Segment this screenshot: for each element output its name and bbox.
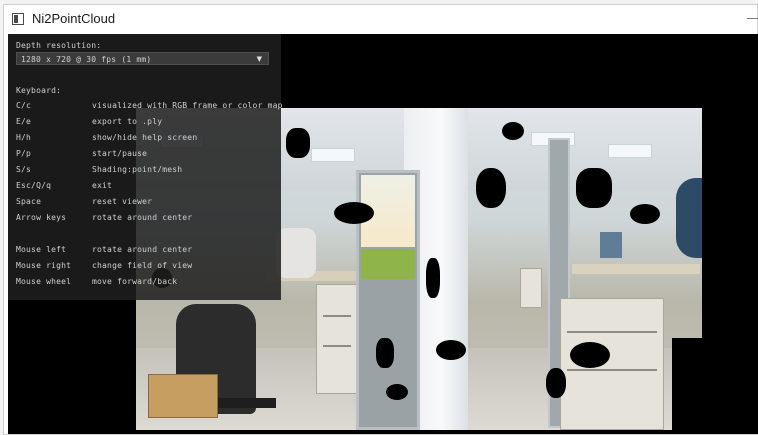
depth-hole [476, 168, 506, 208]
depth-hole [286, 128, 310, 158]
ceiling-light [608, 144, 652, 158]
shortcut-desc: export to .ply [92, 117, 163, 126]
shortcut-desc: start/pause [92, 149, 148, 158]
shortcut-row: Arrow keys rotate around center [16, 213, 276, 224]
shortcut-desc: rotate around center [92, 213, 193, 222]
keyboard-title: Keyboard: [16, 86, 62, 95]
depth-hole [672, 338, 702, 430]
drawer [567, 331, 657, 333]
monitor [600, 232, 622, 258]
shortcut-key: P/p [16, 149, 32, 158]
mouse-desc: change field of view [92, 261, 193, 270]
app-icon [12, 13, 24, 25]
app-window: Ni2PointCloud — [3, 4, 758, 435]
shortcut-row: E/e export to .ply [16, 117, 276, 128]
mouse-key: Mouse left [16, 245, 67, 254]
shortcut-key: E/e [16, 117, 32, 126]
point-cloud-viewport[interactable]: Depth resolution: 1280 x 720 @ 30 fps (1… [8, 34, 758, 434]
shortcut-row: Space reset viewer [16, 197, 276, 208]
file-cabinet [520, 268, 542, 308]
depth-resolution-label: Depth resolution: [16, 41, 102, 50]
cardboard-box [148, 374, 218, 418]
shortcut-row: H/h show/hide help screen [16, 133, 276, 144]
depth-hole [386, 384, 408, 400]
partition-green-panel [361, 249, 415, 279]
file-cabinet [316, 284, 358, 394]
shortcut-key: C/c [16, 101, 32, 110]
mouse-desc: rotate around center [92, 245, 193, 254]
drawer [567, 369, 657, 371]
shortcut-desc: Shading:point/mesh [92, 165, 183, 174]
person [276, 228, 316, 278]
shortcut-key: Esc/Q/q [16, 181, 52, 190]
depth-resolution-value: 1280 x 720 @ 30 fps (1 mm) [21, 55, 152, 64]
window-title: Ni2PointCloud [32, 11, 116, 26]
person [676, 178, 702, 258]
mouse-desc: move forward/back [92, 277, 178, 286]
shortcut-key: S/s [16, 165, 32, 174]
title-bar[interactable]: Ni2PointCloud — [4, 5, 758, 33]
chevron-down-icon: ▼ [256, 55, 262, 63]
depth-hole [426, 258, 440, 298]
depth-hole [376, 338, 394, 368]
shortcut-key: Arrow keys [16, 213, 67, 222]
shortcut-desc: show/hide help screen [92, 133, 198, 142]
shortcut-desc: reset viewer [92, 197, 153, 206]
drawer [323, 315, 351, 317]
mouse-key: Mouse right [16, 261, 72, 270]
depth-hole [436, 340, 466, 360]
depth-resolution-dropdown[interactable]: 1280 x 720 @ 30 fps (1 mm) ▼ [16, 52, 269, 65]
shortcut-key: Space [16, 197, 42, 206]
depth-hole [546, 368, 566, 398]
shortcut-desc: visualized with RGB frame or color map [92, 101, 283, 110]
shortcut-row: Esc/Q/q exit [16, 181, 276, 192]
mouse-row: Mouse left rotate around center [16, 245, 276, 256]
shortcut-row: C/c visualized with RGB frame or color ma… [16, 101, 282, 112]
minimize-button[interactable]: — [747, 11, 758, 25]
depth-hole [570, 342, 610, 368]
mouse-row: Mouse right change field of view [16, 261, 276, 272]
help-overlay: Depth resolution: 1280 x 720 @ 30 fps (1… [8, 34, 282, 300]
depth-hole [334, 202, 374, 224]
depth-hole [576, 168, 612, 208]
mouse-key: Mouse wheel [16, 277, 72, 286]
ceiling-light [311, 148, 355, 162]
shortcut-row: S/s Shading:point/mesh [16, 165, 276, 176]
shortcut-desc: exit [92, 181, 113, 190]
depth-hole [502, 122, 524, 140]
depth-hole [630, 204, 660, 224]
desk [572, 264, 700, 274]
mouse-row: Mouse wheel move forward/back [16, 277, 276, 288]
drawer [323, 345, 351, 347]
shortcut-row: P/p start/pause [16, 149, 276, 160]
shortcut-key: H/h [16, 133, 32, 142]
